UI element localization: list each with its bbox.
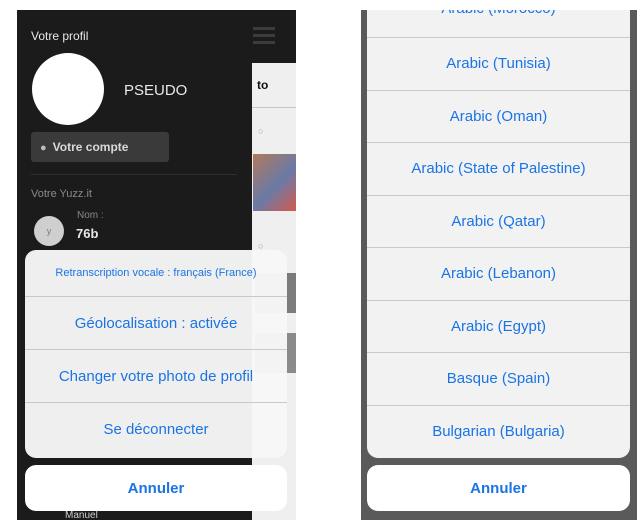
feed-thumbnail[interactable] [253, 154, 296, 211]
language-option[interactable]: Arabic (Oman) [367, 91, 630, 143]
language-option[interactable]: Bulgarian (Bulgaria) [367, 406, 630, 458]
language-option[interactable]: Arabic (State of Palestine) [367, 143, 630, 196]
menu-icon[interactable] [253, 27, 275, 44]
user-avatar: y [34, 216, 64, 246]
left-screen: Votre profil PSEUDO ● Votre compte Votre … [17, 10, 296, 520]
feed-tab[interactable]: to [257, 78, 268, 92]
account-button-label: Votre compte [52, 140, 129, 154]
cancel-button[interactable]: Annuler [367, 465, 630, 511]
language-option[interactable]: Basque (Spain) [367, 353, 630, 406]
feed-divider [252, 107, 296, 108]
pseudo-label: PSEUDO [124, 82, 188, 99]
language-option[interactable]: Arabic (Morocco) [367, 10, 630, 38]
language-option[interactable]: Arabic (Qatar) [367, 196, 630, 248]
logout-option[interactable]: Se déconnecter [25, 403, 287, 455]
name-label: Nom : [77, 210, 104, 221]
geolocation-option[interactable]: Géolocalisation : activée [25, 297, 287, 350]
language-picker: Arabic (Morocco) Arabic (Tunisia) Arabic… [367, 10, 630, 458]
yuzz-label: Votre Yuzz.it [31, 188, 92, 200]
manual-label: Manuel [65, 510, 98, 520]
profile-avatar[interactable] [32, 53, 104, 125]
person-icon: ● [40, 142, 47, 154]
voice-transcription-option[interactable]: Retranscription vocale : français (Franc… [25, 250, 287, 297]
clock-icon: ○ [258, 126, 264, 136]
divider [31, 174, 237, 175]
cancel-button[interactable]: Annuler [25, 465, 287, 511]
language-option[interactable]: Arabic (Tunisia) [367, 38, 630, 91]
account-button[interactable]: ● Votre compte [31, 132, 169, 162]
right-screen: Arabic (Morocco) Arabic (Tunisia) Arabic… [361, 10, 637, 520]
language-option[interactable]: Arabic (Egypt) [367, 301, 630, 353]
change-photo-option[interactable]: Changer votre photo de profil [25, 350, 287, 403]
name-value: 76b [76, 226, 99, 241]
action-sheet: Retranscription vocale : français (Franc… [25, 250, 287, 458]
profile-label: Votre profil [31, 29, 89, 43]
language-option[interactable]: Arabic (Lebanon) [367, 248, 630, 301]
